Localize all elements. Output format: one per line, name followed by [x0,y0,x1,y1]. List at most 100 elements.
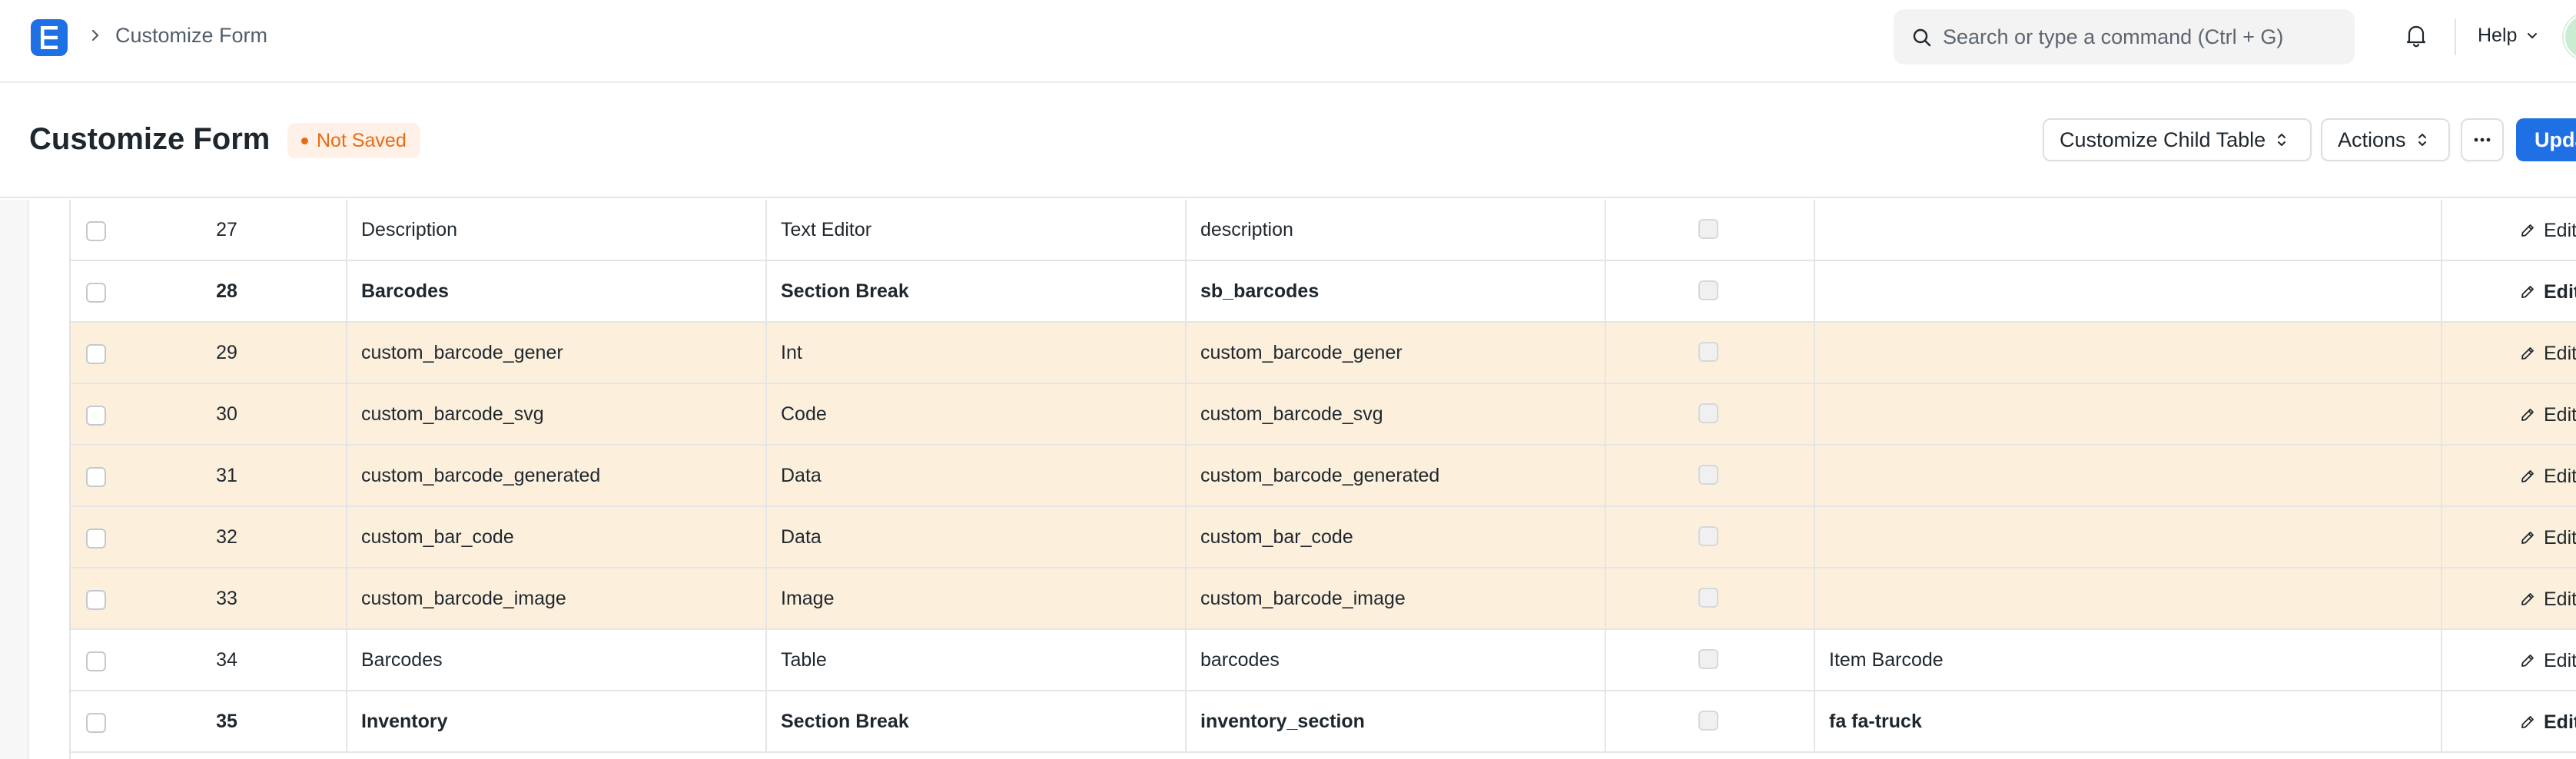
pencil-icon [2521,716,2534,728]
fieldname-cell[interactable]: custom_barcode_gener [1187,323,1606,384]
notifications-bell-icon[interactable] [2402,22,2430,49]
field-type: Section Break [781,280,909,302]
edit-row-button[interactable]: Edit [2519,507,2576,568]
breadcrumb-customize-form[interactable]: Customize Form [115,22,267,49]
table-row[interactable]: 33 custom_barcode_image Image custom_bar… [71,568,2576,630]
row-select-cell [71,507,184,568]
search-input[interactable] [1943,9,2342,65]
mandatory-checkbox[interactable] [1698,649,1718,669]
more-options-button[interactable] [2461,118,2504,161]
row-select-cell [71,691,184,753]
fieldname-cell[interactable]: barcodes [1187,630,1606,691]
row-checkbox[interactable] [86,467,106,487]
options-cell[interactable] [1815,568,2442,630]
type-cell[interactable]: Int [767,323,1187,384]
fieldname-cell[interactable]: custom_bar_code [1187,507,1606,568]
customize-child-table-button[interactable]: Customize Child Table [2043,118,2312,161]
table-row[interactable]: 34 Barcodes Table barcodes Item Barcode … [71,630,2576,691]
label-cell[interactable]: custom_barcode_svg [347,384,767,446]
table-row[interactable]: 32 custom_bar_code Data custom_bar_code … [71,507,2576,568]
table-row[interactable]: 29 custom_barcode_gener Int custom_barco… [71,323,2576,384]
edit-row-button[interactable]: Edit [2519,630,2576,691]
type-cell[interactable]: Image [767,568,1187,630]
options-cell[interactable] [1815,384,2442,446]
row-checkbox[interactable] [86,344,106,364]
fieldname-cell[interactable]: custom_barcode_generated [1187,446,1606,507]
type-cell[interactable]: Table [767,630,1187,691]
mandatory-checkbox[interactable] [1698,465,1718,485]
form-content: 27 Description Text Editor description E… [0,200,2576,759]
row-checkbox[interactable] [86,590,106,610]
table-row[interactable]: 35 Inventory Section Break inventory_sec… [71,691,2576,753]
edit-row-button[interactable]: Edit [2519,200,2576,261]
row-select-cell [71,568,184,630]
edit-cell: Edit [2442,507,2576,568]
table-row[interactable]: 30 custom_barcode_svg Code custom_barcod… [71,384,2576,446]
row-checkbox[interactable] [86,221,106,241]
row-index: 30 [216,403,237,425]
avatar[interactable] [2564,14,2576,60]
label-cell[interactable]: custom_barcode_gener [347,323,767,384]
label-cell[interactable]: custom_barcode_generated [347,446,767,507]
label-cell[interactable]: custom_barcode_image [347,568,767,630]
edit-row-button[interactable]: Edit [2519,323,2576,384]
table-row[interactable]: 28 Barcodes Section Break sb_barcodes Ed… [71,261,2576,323]
field-label: Description [361,219,458,240]
mandatory-checkbox[interactable] [1698,403,1718,423]
type-cell[interactable]: Text Editor [767,200,1187,261]
row-checkbox[interactable] [86,529,106,549]
type-cell[interactable]: Data [767,507,1187,568]
mandatory-checkbox[interactable] [1698,588,1718,608]
label-cell[interactable]: Barcodes [347,261,767,323]
ellipsis-icon [2474,138,2491,142]
label-cell[interactable]: Description [347,200,767,261]
label-cell[interactable]: Inventory [347,691,767,753]
field-name: custom_barcode_image [1200,588,1406,609]
options-cell[interactable] [1815,446,2442,507]
actions-button[interactable]: Actions [2321,118,2450,161]
options-cell[interactable]: fa fa-truck [1815,691,2442,753]
app-logo[interactable] [31,19,68,56]
options-cell[interactable]: Item Barcode [1815,630,2442,691]
edit-row-button[interactable]: Edit [2519,384,2576,446]
type-cell[interactable]: Section Break [767,261,1187,323]
status-badge-label: Not Saved [317,130,407,151]
label-cell[interactable]: Barcodes [347,630,767,691]
options-cell[interactable] [1815,507,2442,568]
help-dropdown[interactable]: Help [2478,22,2540,49]
mandatory-checkbox[interactable] [1698,280,1718,300]
field-type: Code [781,403,827,425]
options-cell[interactable] [1815,323,2442,384]
mandatory-checkbox[interactable] [1698,219,1718,239]
options-cell[interactable] [1815,261,2442,323]
row-index: 31 [216,465,237,486]
fieldname-cell[interactable]: custom_barcode_image [1187,568,1606,630]
label-cell[interactable]: custom_bar_code [347,507,767,568]
navbar: Customize Form Help [0,0,2576,83]
search-bar[interactable] [1894,9,2355,65]
mandatory-checkbox[interactable] [1698,342,1718,362]
fieldname-cell[interactable]: sb_barcodes [1187,261,1606,323]
type-cell[interactable]: Data [767,446,1187,507]
fieldname-cell[interactable]: inventory_section [1187,691,1606,753]
edit-row-button[interactable]: Edit [2519,568,2576,630]
type-cell[interactable]: Code [767,384,1187,446]
fieldname-cell[interactable]: custom_barcode_svg [1187,384,1606,446]
type-cell[interactable]: Section Break [767,691,1187,753]
row-checkbox[interactable] [86,713,106,733]
field-options: fa fa-truck [1829,711,1922,732]
table-row[interactable]: 27 Description Text Editor description E… [71,200,2576,261]
fieldname-cell[interactable]: description [1187,200,1606,261]
mandatory-checkbox[interactable] [1698,526,1718,546]
table-row[interactable]: 31 custom_barcode_generated Data custom_… [71,446,2576,507]
edit-label: Edit [2544,526,2576,549]
row-checkbox[interactable] [86,406,106,426]
edit-row-button[interactable]: Edit [2519,446,2576,507]
mandatory-checkbox[interactable] [1698,711,1718,731]
update-button[interactable]: Update [2516,118,2576,161]
edit-row-button[interactable]: Edit [2519,691,2576,753]
options-cell[interactable] [1815,200,2442,261]
row-checkbox[interactable] [86,651,106,671]
row-checkbox[interactable] [86,283,106,303]
edit-row-button[interactable]: Edit [2519,261,2576,323]
